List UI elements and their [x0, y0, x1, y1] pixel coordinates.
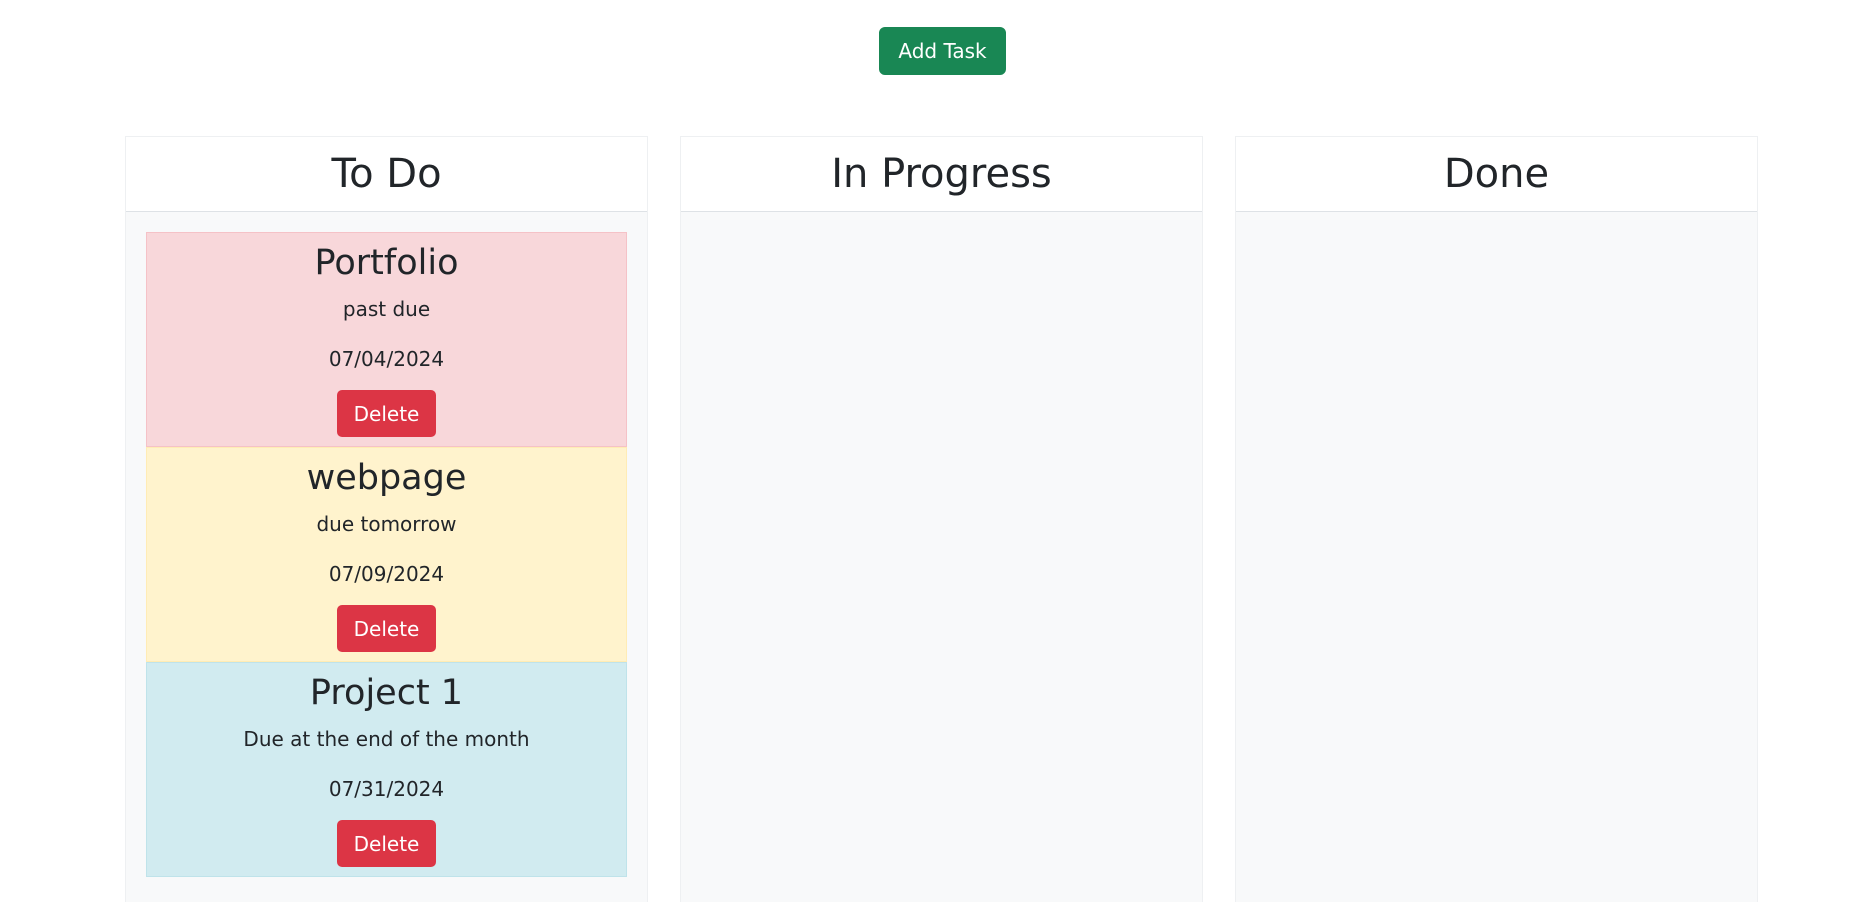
- column-to-do[interactable]: To Do Portfolio past due 07/04/2024 Dele…: [125, 136, 648, 902]
- column-header: In Progress: [681, 137, 1202, 212]
- task-board: To Do Portfolio past due 07/04/2024 Dele…: [125, 136, 1760, 902]
- task-due-date: 07/04/2024: [328, 347, 445, 371]
- column-title: In Progress: [831, 151, 1052, 197]
- column-header: To Do: [126, 137, 647, 212]
- column-header: Done: [1236, 137, 1757, 212]
- kanban-page: Add Task To Do Portfolio past due 07/04/…: [0, 0, 1875, 902]
- column-drop-zone[interactable]: [1236, 212, 1757, 902]
- task-title: Portfolio: [314, 243, 459, 283]
- add-task-button[interactable]: Add Task: [879, 27, 1006, 75]
- column-title: Done: [1443, 151, 1550, 197]
- column-title: To Do: [331, 151, 442, 197]
- task-card-project-1[interactable]: Project 1 Due at the end of the month 07…: [146, 662, 627, 877]
- toolbar: Add Task: [0, 27, 1875, 75]
- delete-task-button[interactable]: Delete: [336, 605, 437, 652]
- column-drop-zone[interactable]: [681, 212, 1202, 902]
- task-description: Due at the end of the month: [243, 727, 530, 751]
- delete-task-button[interactable]: Delete: [336, 820, 437, 867]
- delete-task-button[interactable]: Delete: [336, 390, 437, 437]
- task-due-date: 07/31/2024: [328, 777, 445, 801]
- task-title: webpage: [306, 458, 467, 498]
- column-drop-zone[interactable]: Portfolio past due 07/04/2024 Delete web…: [126, 212, 647, 902]
- task-description: due tomorrow: [316, 512, 457, 536]
- task-card-webpage[interactable]: webpage due tomorrow 07/09/2024 Delete: [146, 447, 627, 662]
- task-due-date: 07/09/2024: [328, 562, 445, 586]
- task-description: past due: [342, 297, 431, 321]
- task-title: Project 1: [309, 673, 464, 713]
- column-done[interactable]: Done: [1235, 136, 1758, 902]
- task-card-portfolio[interactable]: Portfolio past due 07/04/2024 Delete: [146, 232, 627, 447]
- column-in-progress[interactable]: In Progress: [680, 136, 1203, 902]
